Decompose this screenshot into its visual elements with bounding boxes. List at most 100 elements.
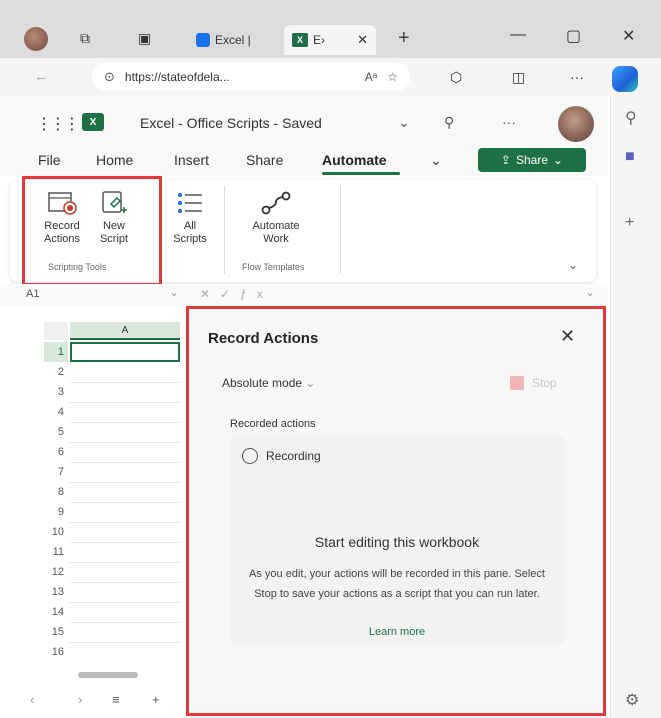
row-header[interactable]: 3 [44, 382, 68, 402]
favorite-star-icon[interactable]: ☆ [387, 70, 398, 84]
row-header[interactable]: 10 [44, 522, 68, 542]
minimize-button[interactable]: — [510, 26, 526, 44]
record-actions-highlight [186, 306, 606, 716]
tab-excel-active[interactable]: X E› ✕ [284, 25, 376, 55]
row-header[interactable]: 5 [44, 422, 68, 442]
row-header[interactable]: 4 [44, 402, 68, 422]
chevron-down-icon[interactable]: ⌄ [398, 114, 410, 131]
row-header[interactable]: 11 [44, 542, 68, 562]
ribbon-collapse-chevron-icon[interactable]: ⌄ [568, 258, 578, 272]
active-tab-indicator [322, 172, 400, 175]
ribbon-separator [224, 186, 225, 274]
share-label: Share [515, 153, 549, 167]
split-screen-icon[interactable]: ◫ [512, 69, 525, 86]
grid-line [70, 422, 180, 423]
share-button[interactable]: ⇪ Share ⌄ [478, 148, 586, 172]
grid-line [70, 462, 180, 463]
close-window-button[interactable]: ✕ [622, 26, 635, 46]
row-header[interactable]: 8 [44, 482, 68, 502]
row-header[interactable]: 6 [44, 442, 68, 462]
scripting-tools-highlight [22, 176, 162, 286]
row-header[interactable]: 9 [44, 502, 68, 522]
add-sidebar-app-icon[interactable]: + [625, 214, 634, 232]
grid-line [70, 562, 180, 563]
horizontal-scrollbar[interactable] [78, 672, 138, 678]
read-aloud-icon[interactable]: Aᵃ [365, 70, 377, 84]
formula-bar: A1 ⌄ ✕✓ƒx ⌄ [0, 284, 608, 306]
maximize-button[interactable]: ▢ [566, 26, 581, 46]
row-header[interactable]: 12 [44, 562, 68, 582]
tab-insert[interactable]: Insert [174, 152, 209, 168]
search-icon[interactable]: ⚲ [444, 114, 454, 131]
grid-line [70, 482, 180, 483]
site-icon [196, 33, 210, 47]
chevron-down-icon: ⌄ [553, 153, 564, 167]
tab-actions-icon[interactable]: ▣ [138, 30, 151, 47]
grid-line [70, 542, 180, 543]
grid-line [70, 642, 180, 643]
row-header[interactable]: 2 [44, 362, 68, 382]
row-header[interactable]: 13 [44, 582, 68, 602]
namebox-chevron-icon[interactable]: ⌄ [170, 288, 178, 299]
tab-automate[interactable]: Automate [322, 152, 387, 168]
grid-line [70, 502, 180, 503]
row-header[interactable]: 14 [44, 602, 68, 622]
address-bar[interactable]: ⊙ https://stateofdela... Aᵃ ☆ [92, 63, 410, 91]
sheet-next-arrow-icon[interactable]: › [78, 692, 82, 707]
flow-icon [248, 186, 304, 220]
active-cell-a1[interactable] [70, 342, 180, 362]
automate-work-button[interactable]: Automate Work [248, 186, 304, 246]
row-header[interactable]: 1 [44, 342, 68, 362]
add-sheet-icon[interactable]: + [152, 692, 160, 707]
name-box[interactable]: A1 [26, 288, 39, 300]
all-scripts-icon [168, 186, 212, 220]
excel-icon: X [292, 33, 308, 47]
grid-line [70, 382, 180, 383]
sheet-prev-arrow-icon[interactable]: ‹ [30, 692, 34, 707]
grid-line [70, 582, 180, 583]
automate-work-label: Automate Work [252, 220, 300, 245]
formula-controls-icon: ✕✓ƒx [200, 287, 273, 301]
app-launcher-icon[interactable]: ⋮⋮⋮ [36, 114, 80, 134]
sheet-list-icon[interactable]: ≡ [112, 692, 120, 707]
excel-header: ⋮⋮⋮ X Excel - Office Scripts - Saved ⌄ ⚲… [0, 96, 608, 144]
user-avatar[interactable] [558, 106, 594, 142]
grid-line [70, 622, 180, 623]
tab-label: Excel | [215, 33, 251, 47]
back-arrow-icon[interactable]: ← [34, 68, 49, 85]
more-options-icon[interactable]: ··· [570, 69, 584, 85]
row-header[interactable]: 16 [44, 642, 68, 662]
workspaces-icon[interactable]: ⧉ [80, 30, 90, 47]
select-all-corner[interactable] [44, 322, 68, 340]
grid-line [70, 402, 180, 403]
search-icon[interactable]: ⚲ [625, 108, 637, 128]
tab-home[interactable]: Home [96, 152, 133, 168]
lock-icon[interactable]: ⊙ [104, 69, 115, 85]
formula-expand-chevron-icon[interactable]: ⌄ [586, 288, 594, 299]
settings-gear-icon[interactable]: ⚙ [625, 690, 639, 710]
teams-icon[interactable]: ■ [625, 148, 635, 166]
spreadsheet-grid[interactable]: A 1 2 3 4 5 6 7 8 9 10 11 12 13 14 15 16… [24, 308, 186, 707]
grid-line [70, 442, 180, 443]
ribbon-more-chevron-icon[interactable]: ⌄ [430, 152, 442, 169]
tab-label: E› [313, 33, 325, 47]
all-scripts-button[interactable]: All Scripts [168, 186, 212, 246]
url-text[interactable]: https://stateofdela... [125, 70, 355, 84]
grid-line [70, 522, 180, 523]
close-tab-icon[interactable]: ✕ [357, 32, 368, 48]
new-tab-button[interactable]: + [398, 27, 410, 50]
profile-avatar[interactable] [24, 27, 48, 51]
column-header-a[interactable]: A [70, 322, 180, 340]
row-header[interactable]: 7 [44, 462, 68, 482]
document-title[interactable]: Excel - Office Scripts - Saved [140, 115, 322, 131]
tab-share[interactable]: Share [246, 152, 283, 168]
excel-logo-icon: X [82, 113, 104, 131]
all-scripts-label: All Scripts [173, 220, 207, 245]
tab-file[interactable]: File [38, 152, 61, 168]
more-icon[interactable]: ··· [502, 114, 516, 130]
row-header[interactable]: 15 [44, 622, 68, 642]
extensions-icon[interactable]: ⬡ [450, 69, 462, 86]
copilot-icon[interactable] [612, 66, 638, 92]
tab-excel-inactive[interactable]: Excel | [188, 25, 278, 55]
share-icon: ⇪ [500, 153, 511, 167]
